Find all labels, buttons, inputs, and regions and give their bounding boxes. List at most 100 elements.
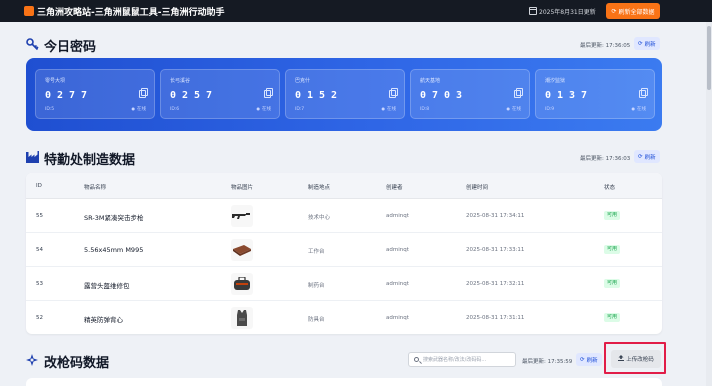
search-icon	[414, 357, 419, 362]
password-card[interactable]: 巴克什 0152 ID:7 在线	[285, 69, 405, 119]
gun-codes-updated: 最后更新: 17:35:59	[522, 359, 573, 365]
table-row[interactable]: 54 5.56x45mm M995 工作台 adminqt 2025-08-31…	[26, 233, 662, 267]
calendar-icon	[529, 7, 537, 15]
passwords-title: 今日密码	[44, 40, 97, 55]
table-row[interactable]: 55 SR-3M紧凑突击步枪 技术中心 adminqt 2025-08-31 1…	[26, 199, 662, 233]
map-name: 长弓溪谷	[170, 78, 191, 84]
table-row[interactable]: 53 露营头盔维修包 制药台 adminqt 2025-08-31 17:32:…	[26, 267, 662, 301]
creator: adminqt	[386, 213, 409, 219]
location: 防具台	[308, 317, 325, 323]
search-field[interactable]	[408, 352, 516, 367]
location: 技术中心	[308, 215, 331, 221]
created-time: 2025-08-31 17:33:11	[466, 247, 525, 253]
manufacturing-title: 特勤处制造数据	[44, 153, 136, 168]
column-header[interactable]: 制造地点	[308, 183, 330, 191]
card-status: 在线	[257, 106, 271, 112]
creator: adminqt	[386, 281, 409, 287]
creator: adminqt	[386, 315, 409, 321]
refresh-label: 刷新	[644, 41, 656, 48]
gun-codes-title: 改枪码数据	[44, 356, 110, 371]
row-id: 54	[36, 247, 43, 253]
column-header[interactable]: 创建者	[386, 183, 403, 191]
gun-codes-panel	[26, 378, 662, 386]
gun-codes-refresh-button[interactable]: ⟳ 刷新	[576, 353, 602, 366]
copy-icon[interactable]	[264, 88, 273, 98]
password-code: 0277	[45, 90, 94, 101]
password-code: 0703	[420, 90, 469, 101]
refresh-label: 刷新	[586, 357, 598, 364]
column-header[interactable]: 物品名称	[84, 183, 106, 191]
card-id: ID:7	[295, 107, 305, 112]
update-date: 2025年8月31日更新	[539, 9, 596, 16]
item-name: SR-3M紧凑突击步枪	[84, 214, 144, 222]
password-code: 0137	[545, 90, 594, 101]
factory-icon	[26, 151, 39, 165]
column-header[interactable]: 状态	[604, 183, 615, 191]
vest-icon	[231, 307, 253, 329]
card-status: 在线	[507, 106, 521, 112]
creator: adminqt	[386, 247, 409, 253]
passwords-panel: 零号大坝 0277 ID:5 在线 长弓溪谷 0257 ID:6 在线 巴克什 …	[26, 58, 662, 131]
column-header[interactable]: 物品图片	[231, 183, 253, 191]
item-name: 露营头盔维修包	[84, 282, 130, 290]
passwords-refresh-button[interactable]: ⟳ 刷新	[634, 37, 660, 50]
status-badge: 可用	[604, 279, 621, 288]
password-card[interactable]: 航天基地 0703 ID:8 在线	[410, 69, 530, 119]
card-id: ID:6	[170, 107, 180, 112]
created-time: 2025-08-31 17:31:11	[466, 315, 525, 321]
top-navbar: 三角洲攻略站-三角洲鼠鼠工具-三角洲行动助手 2025年8月31日更新 ⟳ 刷新…	[0, 0, 712, 22]
card-id: ID:9	[545, 107, 555, 112]
passwords-updated: 最后更新: 17:36:05	[580, 43, 631, 49]
column-header[interactable]: ID	[36, 183, 42, 189]
password-code: 0152	[295, 90, 344, 101]
password-card[interactable]: 长弓溪谷 0257 ID:6 在线	[160, 69, 280, 119]
refresh-icon: ⟳	[580, 356, 585, 363]
copy-icon[interactable]	[139, 88, 148, 98]
created-time: 2025-08-31 17:34:11	[466, 213, 525, 219]
copy-icon[interactable]	[389, 88, 398, 98]
crosshair-icon	[26, 354, 38, 368]
refresh-label: 刷新	[644, 154, 656, 161]
refresh-all-label: 刷新全部数据	[618, 8, 655, 16]
card-status: 在线	[132, 106, 146, 112]
status-badge: 可用	[604, 245, 621, 254]
item-name: 5.56x45mm M995	[84, 246, 144, 254]
row-id: 52	[36, 315, 43, 321]
refresh-all-button[interactable]: ⟳ 刷新全部数据	[606, 3, 660, 19]
refresh-icon: ⟳	[638, 153, 643, 160]
location: 工作台	[308, 249, 325, 255]
card-id: ID:5	[45, 107, 55, 112]
refresh-icon: ⟳	[611, 7, 617, 15]
highlight-box	[604, 342, 666, 374]
password-card[interactable]: 潮汐监狱 0137 ID:9 在线	[535, 69, 655, 119]
copy-icon[interactable]	[639, 88, 648, 98]
table-row[interactable]: 52 精英防弹背心 防具台 adminqt 2025-08-31 17:31:1…	[26, 301, 662, 334]
manufacturing-refresh-button[interactable]: ⟳ 刷新	[634, 150, 660, 163]
rifle-icon	[231, 205, 253, 227]
page-scrollbar[interactable]	[706, 22, 712, 386]
ammo-box-icon	[231, 239, 253, 261]
password-code: 0257	[170, 90, 219, 101]
map-name: 巴克什	[295, 78, 311, 84]
card-id: ID:8	[420, 107, 430, 112]
item-name: 精英防弹背心	[84, 316, 123, 324]
search-input[interactable]	[423, 354, 515, 366]
copy-icon[interactable]	[514, 88, 523, 98]
manufacturing-table: ID 物品名称 物品图片 制造地点 创建者 创建时间 状态 55 SR-3M紧凑…	[26, 173, 662, 334]
row-id: 55	[36, 213, 43, 219]
manufacturing-updated: 最后更新: 17:36:03	[580, 156, 631, 162]
site-title[interactable]: 三角洲攻略站-三角洲鼠鼠工具-三角洲行动助手	[37, 5, 224, 18]
status-badge: 可用	[604, 313, 621, 322]
map-name: 潮汐监狱	[545, 78, 566, 84]
card-status: 在线	[632, 106, 646, 112]
column-header[interactable]: 创建时间	[466, 183, 488, 191]
card-status: 在线	[382, 106, 396, 112]
refresh-icon: ⟳	[638, 40, 643, 47]
map-name: 零号大坝	[45, 78, 66, 84]
scrollbar-thumb[interactable]	[707, 26, 711, 90]
logo-icon	[24, 6, 34, 16]
password-card[interactable]: 零号大坝 0277 ID:5 在线	[35, 69, 155, 119]
repair-kit-icon	[231, 273, 253, 295]
location: 制药台	[308, 283, 325, 289]
key-icon	[26, 38, 39, 53]
